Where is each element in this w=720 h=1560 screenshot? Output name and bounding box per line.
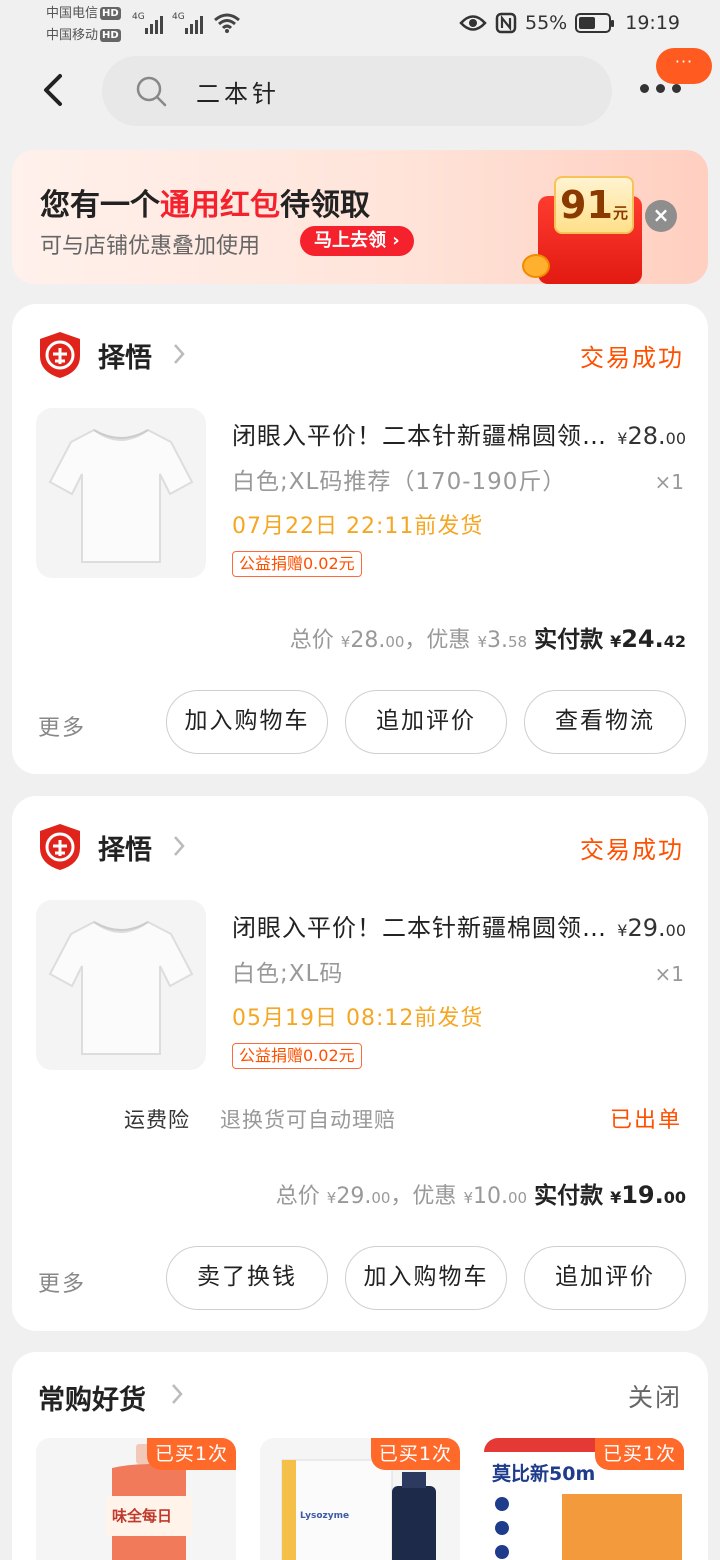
frequently-bought-section: 常购好货 关闭 味全每日 已买1次 Lysozyme 已买1次 莫比新50m 已… <box>12 1352 708 1560</box>
carrier-2: 中国移动 HD <box>46 28 121 43</box>
item-sku: 白色;XL码推荐（170-190斤） <box>232 469 567 495</box>
insurance-status[interactable]: 已出单 <box>610 1102 682 1134</box>
shipping-deadline: 05月19日 08:12前发货 <box>232 1006 484 1031</box>
tshirt-image <box>48 920 194 1055</box>
banner-close-button[interactable]: × <box>645 200 677 232</box>
add-review-button[interactable]: 追加评价 <box>345 690 507 754</box>
view-logistics-button[interactable]: 查看物流 <box>524 690 686 754</box>
search-bar-header: ··· <box>0 48 720 126</box>
more-link[interactable]: 更多 <box>38 710 86 742</box>
order-card[interactable]: 择悟 交易成功 闭眼入平价！二本针新疆棉圆领短袖T恤 ¥29.00 白色;XL码… <box>12 796 708 1331</box>
claim-button[interactable]: 马上去领 › <box>300 226 414 256</box>
search-icon <box>136 76 167 107</box>
paid-label: 实付款 <box>534 1183 604 1209</box>
shipping-deadline: 07月22日 22:11前发货 <box>232 514 484 539</box>
section-title[interactable]: 常购好货 <box>38 1378 146 1417</box>
shop-logo-icon <box>40 824 80 870</box>
paid-amount: 19. <box>621 1181 664 1209</box>
close-section-button[interactable]: 关闭 <box>628 1378 682 1414</box>
item-price: ¥29.00 <box>617 914 686 942</box>
red-packet-amount: 91 <box>560 183 613 227</box>
network-type-1: 4G <box>132 12 145 22</box>
banner-title: 您有一个通用红包待领取 <box>40 188 370 223</box>
banner-subtitle: 可与店铺优惠叠加使用 <box>40 234 261 259</box>
chevron-right-icon[interactable] <box>170 1382 184 1406</box>
battery-percent: 55% <box>525 12 568 34</box>
shop-name[interactable]: 择悟 <box>98 828 152 867</box>
insurance-label: 运费险 <box>124 1108 190 1132</box>
item-quantity: ×1 <box>654 470 684 494</box>
product-thumbnail[interactable] <box>36 408 206 578</box>
item-quantity: ×1 <box>654 962 684 986</box>
add-review-button[interactable]: 追加评价 <box>524 1246 686 1310</box>
paid-label: 实付款 <box>534 627 604 653</box>
coin-icon <box>522 254 550 278</box>
product-name: 莫比新50m <box>492 1462 595 1485</box>
resell-button[interactable]: 卖了换钱 <box>166 1246 328 1310</box>
clock: 19:19 <box>625 12 680 34</box>
item-sku: 白色;XL码 <box>232 961 344 987</box>
product-card[interactable]: 味全每日 已买1次 <box>36 1438 236 1560</box>
search-box[interactable] <box>102 56 612 126</box>
add-to-cart-button[interactable]: 加入购物车 <box>345 1246 507 1310</box>
eye-icon <box>459 15 487 31</box>
tshirt-image <box>48 428 194 563</box>
chevron-right-icon[interactable] <box>172 834 186 858</box>
charity-badge: 公益捐赠0.02元 <box>232 1043 362 1069</box>
order-total: 总价 ¥29.00，优惠 ¥10.00 实付款 ¥19.00 <box>275 1181 686 1209</box>
order-status: 交易成功 <box>580 836 684 864</box>
charity-badge: 公益捐赠0.02元 <box>232 551 362 577</box>
order-status: 交易成功 <box>580 344 684 372</box>
search-input[interactable] <box>196 70 576 112</box>
item-title[interactable]: 闭眼入平价！二本针新疆棉圆领短袖T恤 <box>232 908 612 943</box>
product-card[interactable]: 莫比新50m 已买1次 <box>484 1438 684 1560</box>
item-title[interactable]: 闭眼入平价！二本针新疆棉圆领短袖T恤 <box>232 416 612 451</box>
wifi-icon <box>214 13 240 33</box>
product-thumbnail[interactable] <box>36 900 206 1070</box>
battery-icon <box>575 13 615 33</box>
item-price: ¥28.00 <box>617 422 686 450</box>
product-card[interactable]: Lysozyme 已买1次 <box>260 1438 460 1560</box>
product-name: 味全每日 <box>112 1507 172 1525</box>
shop-logo-icon <box>40 332 80 378</box>
signal-icon-2 <box>185 14 203 34</box>
insurance-description: 退换货可自动理赔 <box>220 1108 396 1132</box>
order-card[interactable]: 择悟 交易成功 闭眼入平价！二本针新疆棉圆领短袖T恤 ¥28.00 白色;XL码… <box>12 304 708 774</box>
red-packet-banner[interactable]: 您有一个通用红包待领取 可与店铺优惠叠加使用 马上去领 › 91元 <box>12 150 708 284</box>
bought-count-tag: 已买1次 <box>146 1438 236 1470</box>
more-link[interactable]: 更多 <box>38 1266 86 1298</box>
order-total: 总价 ¥28.00，优惠 ¥3.58 实付款 ¥24.42 <box>289 625 686 653</box>
carrier-1: 中国电信 HD <box>46 6 121 21</box>
back-arrow-icon[interactable] <box>40 72 70 108</box>
bought-count-tag: 已买1次 <box>594 1438 684 1470</box>
paid-amount: 24. <box>621 625 664 653</box>
status-bar: 中国电信 HD 中国移动 HD 4G 4G 55% 19:19 <box>0 0 720 48</box>
nfc-icon <box>495 12 517 34</box>
chevron-right-icon[interactable] <box>172 342 186 366</box>
network-type-2: 4G <box>172 12 185 22</box>
shop-name[interactable]: 择悟 <box>98 336 152 375</box>
signal-icon <box>145 14 163 34</box>
message-bubble[interactable]: ··· <box>656 48 712 84</box>
red-envelope-icon: 91元 <box>522 170 652 284</box>
more-options-icon[interactable] <box>640 84 681 93</box>
add-to-cart-button[interactable]: 加入购物车 <box>166 690 328 754</box>
bought-count-tag: 已买1次 <box>370 1438 460 1470</box>
product-name: Lysozyme <box>300 1511 349 1521</box>
